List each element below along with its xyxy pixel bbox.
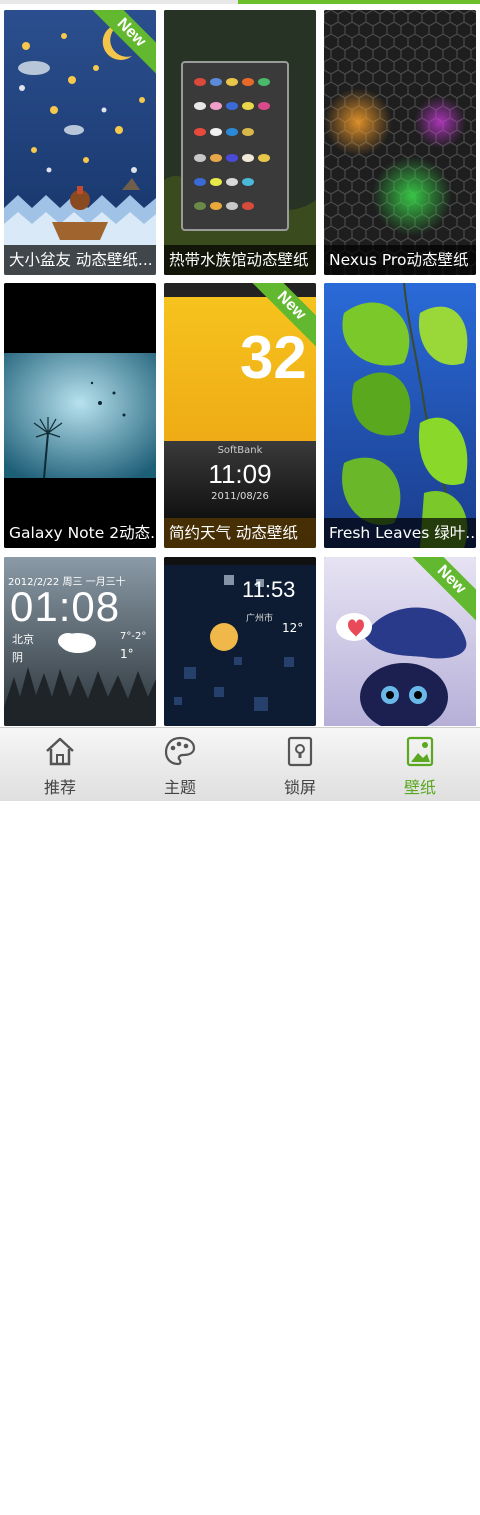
weather-temp: 32	[240, 324, 307, 391]
nav-label: 锁屏	[283, 778, 316, 797]
lock-screen-icon	[287, 736, 313, 767]
watermark: 11 · 1WY.COM	[136, 1495, 266, 1515]
weather-temp: 12°	[282, 621, 304, 635]
wallpaper-title: 大小盆友 动态壁纸...	[4, 245, 156, 275]
wallpaper-card[interactable]: 11:53 广州市 12°	[164, 557, 316, 726]
bottom-nav: 推荐 主题 锁屏 壁纸 11 · 1WY.COM	[0, 727, 480, 1515]
wallpaper-title: 简约天气 动态壁纸	[164, 518, 316, 548]
lockscreen-clock: 11:09	[208, 459, 272, 489]
wallpaper-title: 热带水族馆动态壁纸	[164, 245, 316, 275]
wallpaper-title: Nexus Pro动态壁纸	[324, 245, 476, 275]
wallpaper-thumbnail	[324, 10, 476, 275]
wallpaper-thumbnail	[164, 10, 316, 275]
wallpaper-grid: New 大小盆友 动态壁纸... 热带水族馆动态壁纸 Nexus Pro动态壁纸…	[0, 4, 480, 726]
nav-tab-wallpaper[interactable]: 壁纸	[360, 728, 480, 801]
weather-desc: 阴	[12, 651, 23, 664]
wallpaper-thumbnail	[4, 283, 156, 548]
wallpaper-card[interactable]: Nexus Pro动态壁纸	[324, 10, 476, 275]
weather-range: 7°-2°	[120, 631, 147, 642]
wallpaper-card[interactable]: 32 SoftBank 11:09 2011/08/26 New 简约天气 动态…	[164, 283, 316, 548]
nav-tab-theme[interactable]: 主题	[120, 728, 240, 801]
wallpaper-card[interactable]: Galaxy Note 2动态...	[4, 283, 156, 548]
carrier-name: SoftBank	[217, 445, 263, 456]
lockscreen-clock: 01:08	[10, 583, 121, 630]
lockscreen-date: 2011/08/26	[211, 491, 269, 502]
wallpaper-thumbnail	[324, 283, 476, 548]
nav-label: 主题	[163, 778, 196, 797]
wallpaper-card[interactable]: Fresh Leaves 绿叶...	[324, 283, 476, 548]
nav-label: 壁纸	[403, 778, 436, 797]
weather-temp: 1°	[120, 647, 134, 661]
wallpaper-card[interactable]: 热带水族馆动态壁纸	[164, 10, 316, 275]
wallpaper-card[interactable]: New 大小盆友 动态壁纸...	[4, 10, 156, 275]
wallpaper-title: Fresh Leaves 绿叶...	[324, 518, 476, 548]
nav-label: 推荐	[43, 778, 76, 797]
wallpaper-icon	[406, 736, 434, 767]
lockscreen-clock: 11:53	[242, 577, 296, 602]
weather-city: 广州市	[246, 614, 274, 624]
weather-city: 北京	[12, 633, 34, 646]
palette-icon	[164, 736, 196, 766]
home-icon	[46, 737, 74, 766]
wallpaper-card[interactable]: New	[324, 557, 476, 726]
wallpaper-card[interactable]: 2012/2/22 周三 一月三十 01:08 北京 阴 7°-2° 1°	[4, 557, 156, 726]
wallpaper-title: Galaxy Note 2动态...	[4, 518, 156, 548]
nav-tab-lockscreen[interactable]: 锁屏	[240, 728, 360, 801]
nav-tab-recommend[interactable]: 推荐	[0, 728, 120, 801]
